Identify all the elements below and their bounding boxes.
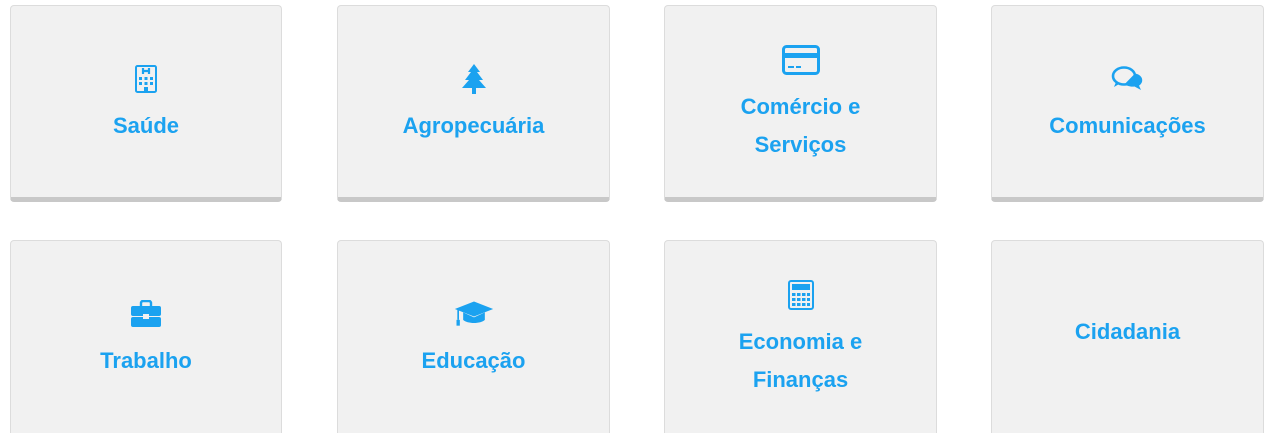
tile-saude[interactable]: Saúde	[10, 5, 282, 202]
calculator-icon	[781, 275, 821, 315]
briefcase-icon	[126, 294, 166, 334]
category-grid: Saúde Agropecuária Comércio e Serviços C…	[0, 0, 1270, 433]
tile-economia-financas[interactable]: Economia e Finanças	[664, 240, 937, 433]
chat-bubbles-icon	[1108, 59, 1148, 99]
credit-card-icon	[781, 40, 821, 80]
tile-educacao[interactable]: Educação	[337, 240, 610, 433]
tile-label: Saúde	[112, 112, 180, 138]
tile-cidadania[interactable]: Cidadania	[991, 240, 1264, 433]
tile-label: Cidadania	[1074, 319, 1181, 344]
tile-trabalho[interactable]: Trabalho	[10, 240, 282, 433]
graduation-cap-icon	[454, 294, 494, 334]
tile-label: Educação	[421, 348, 526, 373]
tree-icon	[454, 59, 494, 99]
tile-label: Comunicações	[1049, 112, 1206, 138]
tile-label: Agropecuária	[402, 112, 545, 138]
tile-comunicacoes[interactable]: Comunicações	[991, 5, 1264, 202]
tile-agropecuaria[interactable]: Agropecuária	[337, 5, 610, 202]
tile-label: Comércio e Serviços	[740, 93, 861, 157]
hospital-building-icon	[126, 59, 166, 99]
tile-comercio-servicos[interactable]: Comércio e Serviços	[664, 5, 937, 202]
tile-label: Economia e Finanças	[738, 329, 863, 392]
tile-label: Trabalho	[100, 348, 192, 373]
